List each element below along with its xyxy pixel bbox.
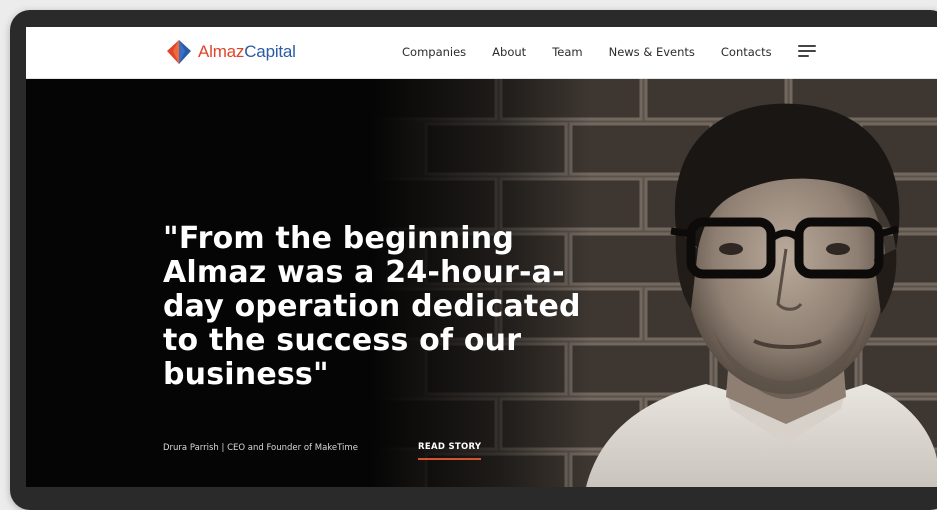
hero-section: "From the beginning Almaz was a 24-hour-… bbox=[26, 79, 937, 487]
main-nav: Companies About Team News & Events Conta… bbox=[402, 45, 816, 59]
device-frame: AlmazCapital Companies About Team News &… bbox=[10, 10, 937, 510]
logo-text-almaz: Almaz bbox=[198, 42, 245, 61]
nav-news-events[interactable]: News & Events bbox=[609, 45, 695, 59]
almaz-diamond-logo-icon bbox=[167, 40, 191, 64]
nav-contacts[interactable]: Contacts bbox=[721, 45, 772, 59]
site-header: AlmazCapital Companies About Team News &… bbox=[26, 27, 937, 79]
logo-wordmark: AlmazCapital bbox=[198, 42, 296, 62]
nav-about[interactable]: About bbox=[492, 45, 526, 59]
read-story-link[interactable]: READ STORY bbox=[418, 442, 482, 460]
hamburger-menu-icon[interactable] bbox=[797, 45, 816, 57]
quote-attribution: Drura Parrish | CEO and Founder of MakeT… bbox=[163, 443, 358, 453]
nav-team[interactable]: Team bbox=[552, 45, 582, 59]
nav-companies[interactable]: Companies bbox=[402, 45, 466, 59]
browser-screen: AlmazCapital Companies About Team News &… bbox=[26, 27, 937, 487]
hero-quote: "From the beginning Almaz was a 24-hour-… bbox=[163, 221, 581, 392]
logo-text-capital: Capital bbox=[244, 42, 296, 61]
site-logo[interactable]: AlmazCapital bbox=[166, 39, 296, 65]
